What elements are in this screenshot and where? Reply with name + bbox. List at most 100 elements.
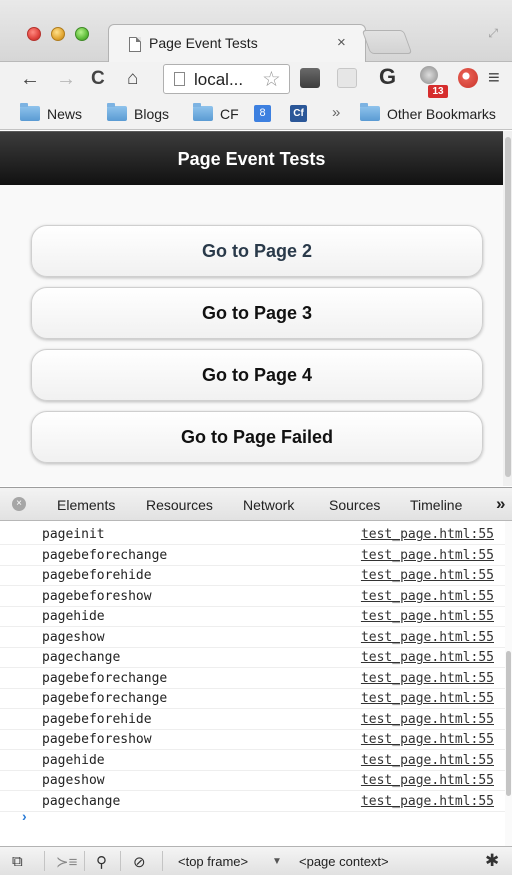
log-source-link[interactable]: test_page.html:55 [361,568,494,583]
divider [84,851,85,871]
folder-icon [20,103,40,121]
calendar-bookmark-icon[interactable]: 8 [254,105,271,122]
console-log-row: pageinit test_page.html:55 [0,525,505,545]
bookmark-blogs[interactable]: Blogs [134,106,169,122]
browser-tab-active[interactable]: Page Event Tests × [108,24,366,62]
console-log-row: pagehide test_page.html:55 [0,751,505,771]
log-message: pagebeforehide [42,711,152,727]
console-log-row: pagebeforehide test_page.html:55 [0,566,505,586]
log-message: pagebeforehide [42,568,152,583]
console-log-row: pagebeforeshow test_page.html:55 [0,730,505,750]
log-source-link[interactable]: test_page.html:55 [361,753,494,768]
log-source-link[interactable]: test_page.html:55 [361,548,494,563]
log-source-link[interactable]: test_page.html:55 [361,773,494,788]
divider [120,851,121,871]
log-source-link[interactable]: test_page.html:55 [361,527,494,542]
go-to-page-4-button[interactable]: Go to Page 4 [31,349,483,401]
url-text: local... [194,70,244,89]
log-message: pagehide [42,752,105,768]
log-message: pageshow [42,773,105,788]
log-source-link[interactable]: test_page.html:55 [361,609,494,624]
log-source-link[interactable]: test_page.html:55 [361,630,494,645]
bookmark-other[interactable]: Other Bookmarks [387,106,496,122]
page-scrollbar-thumb[interactable] [505,137,511,477]
console-log-row: pageshow test_page.html:55 [0,771,505,791]
close-window-button[interactable] [27,27,41,41]
log-message: pagechange [42,650,121,665]
log-message: pagebeforeshow [42,732,152,747]
close-tab-icon[interactable]: × [337,34,346,51]
bookmark-news[interactable]: News [47,106,82,122]
log-source-link[interactable]: test_page.html:55 [361,650,494,665]
more-tabs-icon[interactable]: » [496,494,505,514]
gear-icon[interactable]: ✱ [485,851,499,871]
log-source-link[interactable]: test_page.html:55 [361,691,494,706]
console-log-row: pagechange test_page.html:55 [0,792,505,812]
page-icon [129,37,141,52]
frame-selector[interactable]: <top frame> [178,854,248,869]
log-message: pagebeforechange [42,547,168,563]
go-to-page-2-button[interactable]: Go to Page 2 [31,225,483,277]
g-extension-icon[interactable]: G [379,64,396,90]
page-scrollbar[interactable] [503,131,512,486]
context-selector[interactable]: <page context> [299,854,389,869]
console-scrollbar[interactable] [505,521,512,846]
home-icon[interactable]: ⌂ [127,66,138,92]
forward-icon[interactable]: → [56,66,76,92]
extension-icon[interactable] [300,68,320,88]
devtools-statusbar: ⧉ ≻≡ ⚲ ⊘ <top frame> ▼ <page context> ✱ [0,846,512,875]
log-source-link[interactable]: test_page.html:55 [361,589,494,604]
database-extension-icon[interactable] [420,66,438,84]
log-source-link[interactable]: test_page.html:55 [361,712,494,727]
divider [162,851,163,871]
console-log-row: pagebeforehide test_page.html:55 [0,710,505,730]
go-to-page-3-button[interactable]: Go to Page 3 [31,287,483,339]
menu-icon[interactable]: ≡ [488,65,500,91]
log-source-link[interactable]: test_page.html:55 [361,732,494,747]
address-bar[interactable]: local... ☆ [163,64,290,94]
tab-timeline[interactable]: Timeline [410,497,462,513]
back-icon[interactable]: ← [20,66,40,92]
log-source-link[interactable]: test_page.html:55 [361,671,494,686]
dock-icon[interactable]: ⧉ [12,853,23,870]
log-message: pagehide [42,609,105,624]
tab-network[interactable]: Network [243,497,294,513]
clear-console-icon[interactable]: ⊘ [133,853,146,871]
zoom-window-button[interactable] [75,27,89,41]
cf-bookmark-icon[interactable]: Cf [290,105,307,122]
page-icon [174,72,185,86]
console-log-row: pagebeforechange test_page.html:55 [0,689,505,709]
console-drawer-icon[interactable]: ≻≡ [56,853,77,871]
tab-sources[interactable]: Sources [329,497,380,513]
bookmark-star-icon[interactable]: ☆ [262,67,281,92]
log-message: pagebeforechange [42,670,168,686]
tab-resources[interactable]: Resources [146,497,213,513]
fullscreen-icon[interactable]: ⤢ [488,26,498,41]
tab-elements[interactable]: Elements [57,497,115,513]
bookmarks-overflow-icon[interactable]: » [332,104,340,121]
chevron-down-icon[interactable]: ▼ [272,856,282,867]
minimize-window-button[interactable] [51,27,65,41]
folder-icon [193,103,213,121]
new-tab-button[interactable] [361,30,413,54]
log-source-link[interactable]: test_page.html:55 [361,794,494,809]
log-message: pagebeforeshow [42,588,152,604]
console-prompt[interactable]: › [22,808,27,824]
go-to-page-failed-button[interactable]: Go to Page Failed [31,411,483,463]
devtools-tabbar: × Elements Resources Network Sources Tim… [0,487,512,521]
linkedin-extension-icon[interactable] [337,68,357,88]
console-log-row: pagebeforechange test_page.html:55 [0,669,505,689]
window-titlebar: Page Event Tests × ⤢ [0,0,512,62]
search-icon[interactable]: ⚲ [96,853,107,871]
console-log-row: pagechange test_page.html:55 [0,648,505,668]
reload-icon[interactable]: C [91,66,105,92]
console-scrollbar-thumb[interactable] [506,651,511,796]
opera-extension-icon[interactable] [458,68,478,88]
bookmark-cf[interactable]: CF [220,106,239,122]
divider [44,851,45,871]
tab-title: Page Event Tests [149,35,258,51]
close-devtools-icon[interactable]: × [12,497,26,511]
bookmarks-bar: News Blogs CF 8 Cf » Other Bookmarks [0,98,512,130]
console-log: pageinit test_page.html:55 pagebeforechang… [0,521,512,846]
console-log-row: pagebeforechange test_page.html:55 [0,546,505,566]
